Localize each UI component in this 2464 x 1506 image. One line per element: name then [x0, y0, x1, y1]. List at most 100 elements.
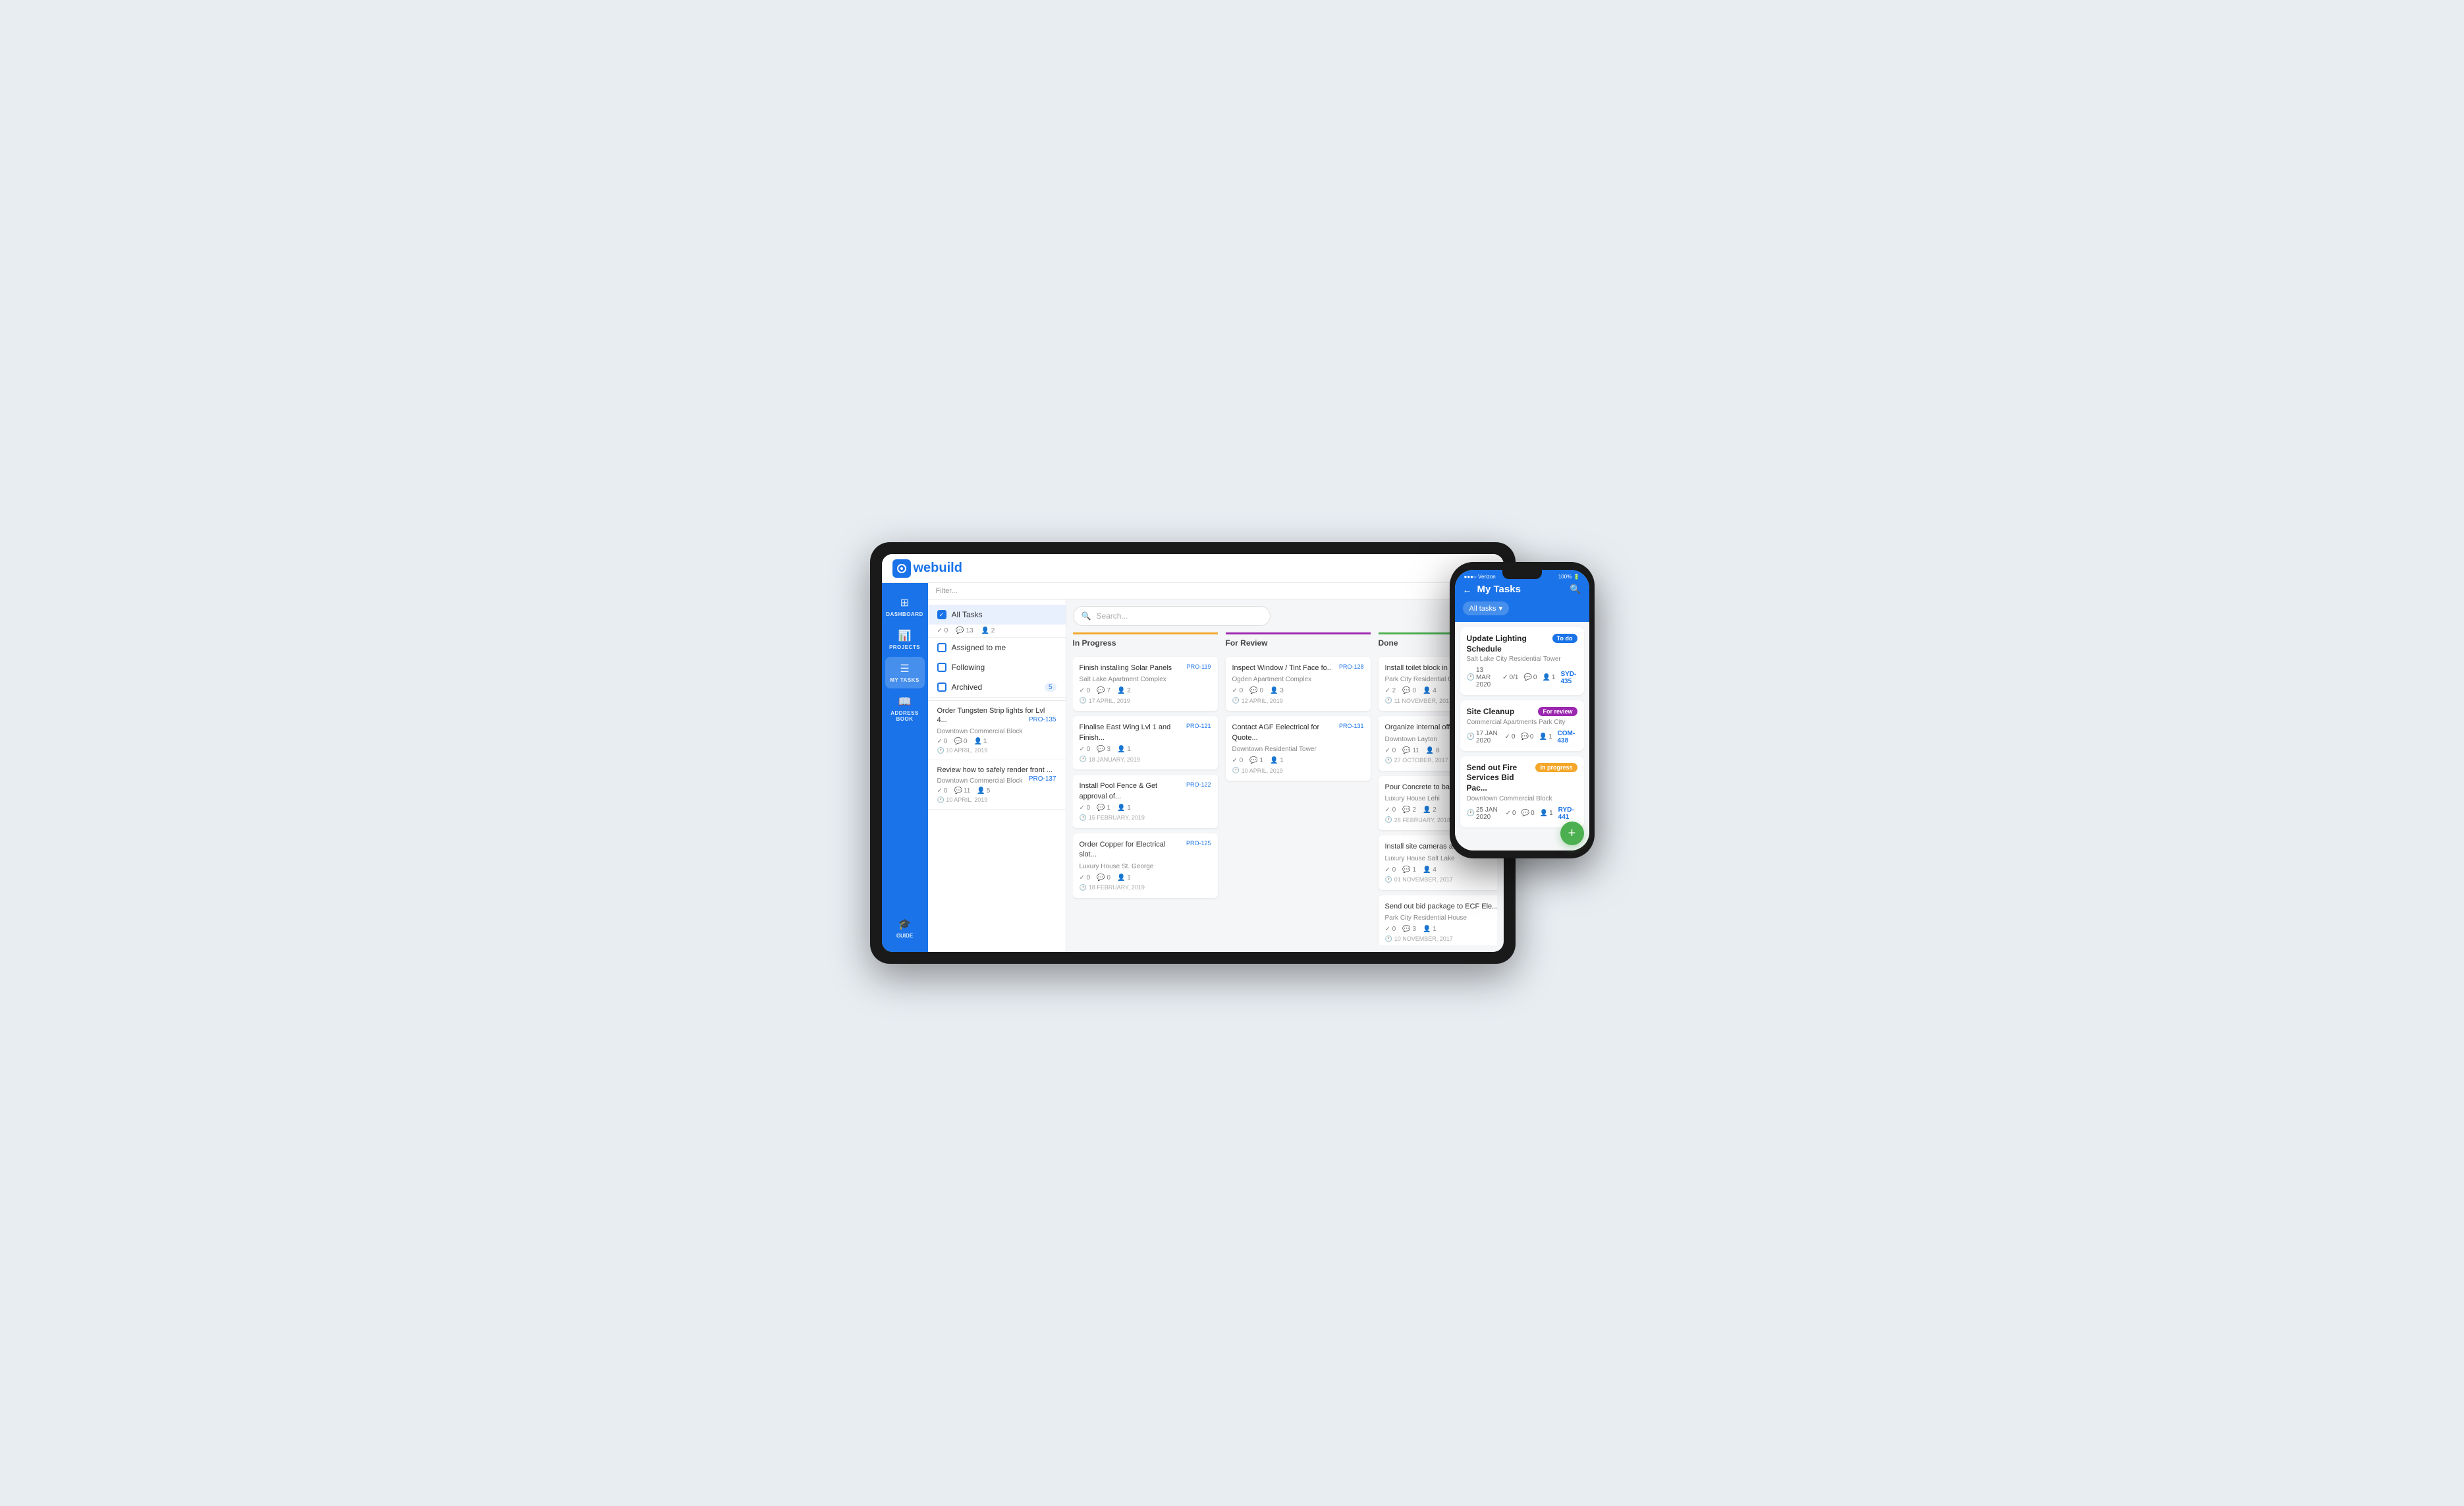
- phone-task-sub-0: Salt Lake City Residential Tower: [1467, 655, 1577, 663]
- guide-icon: 🎓: [898, 918, 912, 931]
- scene: webuild JASON ▾ ⊞ DASHBOARD 📊 PROJECTS: [870, 542, 1595, 964]
- task-list-divider: [928, 697, 1066, 698]
- phone-title: My Tasks: [1477, 584, 1565, 595]
- phone-task-id-0: SYD-435: [1560, 671, 1577, 685]
- sidebar-label-my-tasks: MY TASKS: [890, 677, 919, 683]
- tablet-header: webuild JASON ▾: [882, 554, 1504, 583]
- checkbox-archived: [937, 683, 946, 692]
- task-badge-2: In progress: [1535, 763, 1577, 772]
- phone-notch: [1502, 570, 1542, 579]
- phone-screen: ●●●○ Verizon 1:57 100% 🔋 ← My Tasks 🔍 Al…: [1455, 570, 1589, 851]
- checkbox-all-tasks: ✓: [937, 610, 946, 619]
- sidebar-guide[interactable]: 🎓 GUIDE: [885, 912, 925, 944]
- sidebar: ⊞ DASHBOARD 📊 PROJECTS ☰ MY TASKS 📖 ADDR…: [882, 583, 928, 952]
- board-card-1-0[interactable]: Inspect Window / Tint Face fo.. PRO-128 …: [1226, 657, 1371, 711]
- checkbox-following: [937, 663, 946, 672]
- top-task-comments: 💬 13: [956, 627, 973, 634]
- filter-archived-label: Archived: [952, 683, 983, 692]
- task-badge-0: To do: [1552, 634, 1577, 643]
- top-task-checks: ✓ 0: [937, 627, 948, 634]
- back-button[interactable]: ←: [1463, 584, 1472, 595]
- phone-task-sub-1: Commercial Apartments Park City: [1467, 719, 1577, 726]
- phone-task-card-1[interactable]: Site Cleanup For review Commercial Apart…: [1460, 700, 1584, 751]
- archived-badge: 5: [1045, 683, 1056, 692]
- board-search: 🔍 Search... NEW: [1073, 606, 1497, 626]
- phone-carrier: ●●●○ Verizon: [1464, 574, 1496, 580]
- address-book-icon: 📖: [898, 695, 912, 708]
- filter-assigned-label: Assigned to me: [952, 643, 1006, 652]
- sidebar-label-address-book: ADDRESS BOOK: [888, 710, 922, 722]
- phone-task-meta-0: 🕐 13 MAR 2020 ✓ 0/1 💬 0 👤 1 SYD-435: [1467, 667, 1577, 688]
- search-box[interactable]: 🔍 Search...: [1073, 606, 1271, 626]
- column-in-progress: In Progress Finish installing Solar Pane…: [1073, 632, 1218, 945]
- left-task-card-1[interactable]: Order Tungsten Strip lights for Lvl 4...…: [928, 701, 1066, 760]
- filter-archived[interactable]: Archived 5: [928, 677, 1066, 697]
- board-columns: In Progress Finish installing Solar Pane…: [1073, 632, 1497, 945]
- task-badge-1: For review: [1538, 707, 1577, 716]
- board-card-0-1[interactable]: Finalise East Wing Lvl 1 and Finish... P…: [1073, 716, 1218, 769]
- phone-filter-area: All tasks ▾: [1455, 601, 1589, 622]
- phone-filter-label: All tasks: [1469, 605, 1496, 613]
- left-task-date-2: 🕐 10 APRIL, 2019: [937, 796, 1056, 804]
- board-card-0-3[interactable]: Order Copper for Electrical slot... PRO-…: [1073, 833, 1218, 898]
- phone-search-icon[interactable]: 🔍: [1570, 584, 1581, 595]
- phone-task-sub-2: Downtown Commercial Block: [1467, 795, 1577, 802]
- logo-area: webuild: [892, 559, 962, 578]
- content-area: ✓ All Tasks ✓ 0 💬 13 👤 2: [928, 600, 1504, 952]
- sidebar-item-address-book[interactable]: 📖 ADDRESS BOOK: [885, 690, 925, 727]
- left-task-id-2: PRO-137: [1029, 775, 1056, 783]
- main-content: Filter... ✓ All Tasks: [928, 583, 1504, 952]
- top-task-assignees: 👤 2: [981, 627, 995, 634]
- left-task-title-1: Order Tungsten Strip lights for Lvl 4...…: [937, 706, 1056, 725]
- filter-all-tasks[interactable]: ✓ All Tasks: [928, 605, 1066, 625]
- phone-task-id-1: COM-438: [1558, 730, 1577, 744]
- left-task-meta-1: ✓ 0 💬 0 👤 1: [937, 738, 1056, 745]
- phone-filter-chevron: ▾: [1498, 604, 1502, 613]
- tablet-body: ⊞ DASHBOARD 📊 PROJECTS ☰ MY TASKS 📖 ADDR…: [882, 583, 1504, 952]
- phone-task-meta-2: 🕐 25 JAN 2020 ✓ 0 💬 0 👤 1 RYD-441: [1467, 806, 1577, 821]
- phone-content: Update Lighting Schedule To do Salt Lake…: [1455, 622, 1589, 851]
- tablet-screen: webuild JASON ▾ ⊞ DASHBOARD 📊 PROJECTS: [882, 554, 1504, 952]
- sidebar-label-projects: PROJECTS: [889, 644, 920, 650]
- left-task-date-1: 🕐 10 APRIL, 2019: [937, 747, 1056, 754]
- filter-following-label: Following: [952, 663, 985, 672]
- phone-task-card-2[interactable]: Send out Fire Services Bid Pac... In pro…: [1460, 756, 1584, 827]
- filter-assigned[interactable]: Assigned to me: [928, 638, 1066, 657]
- filter-following[interactable]: Following: [928, 657, 1066, 677]
- phone-task-id-2: RYD-441: [1558, 806, 1577, 821]
- board-card-2-4[interactable]: Send out bid package to ECF Ele... Park …: [1379, 895, 1497, 945]
- my-tasks-icon: ☰: [900, 662, 909, 675]
- sidebar-item-dashboard[interactable]: ⊞ DASHBOARD: [885, 591, 925, 623]
- phone-device: ●●●○ Verizon 1:57 100% 🔋 ← My Tasks 🔍 Al…: [1450, 562, 1595, 858]
- fab-button[interactable]: +: [1560, 822, 1584, 845]
- board-area: 🔍 Search... NEW In Progress: [1066, 600, 1504, 952]
- left-task-card-2[interactable]: Review how to safely render front ... PR…: [928, 760, 1066, 810]
- filter-bar: Filter...: [928, 583, 1504, 600]
- phone-filter-btn[interactable]: All tasks ▾: [1463, 601, 1510, 615]
- search-icon: 🔍: [1081, 611, 1091, 621]
- checkbox-assigned: [937, 643, 946, 652]
- phone-task-meta-1: 🕐 17 JAN 2020 ✓ 0 💬 0 👤 1 COM-438: [1467, 730, 1577, 744]
- board-card-0-2[interactable]: Install Pool Fence & Get approval of... …: [1073, 775, 1218, 828]
- logo-icon: [892, 559, 911, 578]
- sidebar-item-my-tasks[interactable]: ☰ MY TASKS: [885, 657, 925, 688]
- logo-text: webuild: [914, 561, 962, 576]
- sidebar-item-projects[interactable]: 📊 PROJECTS: [885, 624, 925, 655]
- column-for-review: For Review Inspect Window / Tint Face fo…: [1226, 632, 1371, 945]
- tablet-device: webuild JASON ▾ ⊞ DASHBOARD 📊 PROJECTS: [870, 542, 1516, 964]
- left-task-meta-2: ✓ 0 💬 11 👤 5: [937, 787, 1056, 795]
- projects-icon: 📊: [898, 629, 912, 642]
- left-task-sub-1: Downtown Commercial Block: [937, 728, 1056, 735]
- phone-header: ← My Tasks 🔍: [1455, 580, 1589, 601]
- phone-task-card-0[interactable]: Update Lighting Schedule To do Salt Lake…: [1460, 627, 1584, 695]
- sidebar-guide-label: GUIDE: [896, 933, 913, 939]
- sidebar-label-dashboard: DASHBOARD: [886, 611, 923, 617]
- column-header-in-progress: In Progress: [1073, 632, 1218, 652]
- left-task-id-1: PRO-135: [1029, 715, 1056, 724]
- board-card-1-1[interactable]: Contact AGF Eelectrical for Quote... PRO…: [1226, 716, 1371, 781]
- filter-all-tasks-label: All Tasks: [952, 610, 983, 619]
- board-card-0-0[interactable]: Finish installing Solar Panels PRO-119 S…: [1073, 657, 1218, 711]
- left-task-list: Order Tungsten Strip lights for Lvl 4...…: [928, 700, 1066, 810]
- search-placeholder: Search...: [1096, 611, 1128, 621]
- filter-panel: ✓ All Tasks ✓ 0 💬 13 👤 2: [928, 600, 1066, 952]
